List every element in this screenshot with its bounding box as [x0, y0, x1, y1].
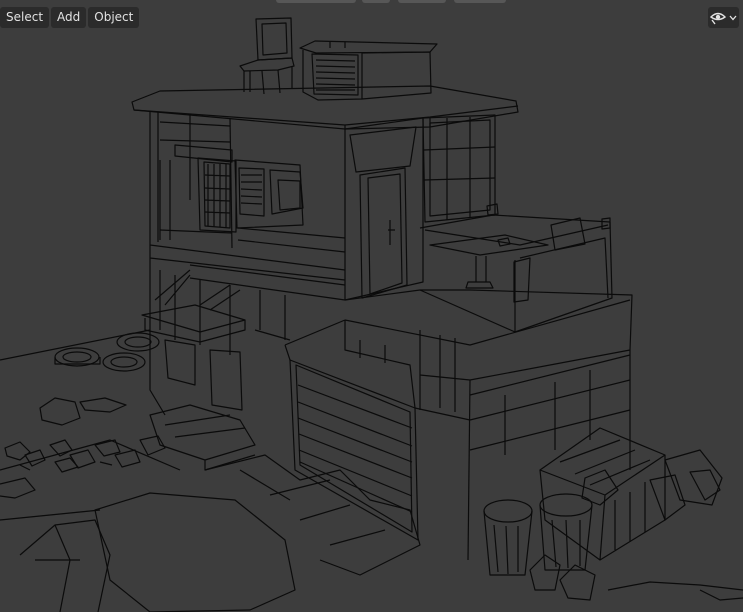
ground-rocks [19, 492, 743, 612]
header-strip [276, 0, 356, 3]
ground-edge [0, 509, 101, 521]
3d-viewport[interactable]: Select Add Object [0, 0, 743, 612]
select-menu[interactable]: Select [0, 7, 50, 28]
add-menu[interactable]: Add [51, 7, 87, 28]
chevron-down-icon [729, 15, 737, 20]
rooftop-ac-unit [299, 40, 438, 101]
eye-icon [710, 12, 726, 24]
barrels-right [649, 449, 723, 521]
header-strip [398, 0, 446, 3]
garage-door [254, 319, 419, 541]
rooftop-chair [239, 17, 295, 95]
viewport-header-menus: Select Add Object [0, 7, 140, 29]
ground-floor-block [344, 289, 633, 561]
header-strip [454, 0, 506, 3]
object-menu[interactable]: Object [88, 7, 140, 28]
entrance-steps [149, 404, 421, 576]
glass-window-right [422, 114, 496, 223]
upper-floor-left [149, 112, 346, 300]
visibility-dropdown[interactable] [708, 7, 739, 28]
wireframe-scene [0, 17, 743, 612]
trash-cans [483, 493, 596, 601]
header-strip [362, 0, 390, 3]
upper-front-door-block [344, 117, 424, 301]
